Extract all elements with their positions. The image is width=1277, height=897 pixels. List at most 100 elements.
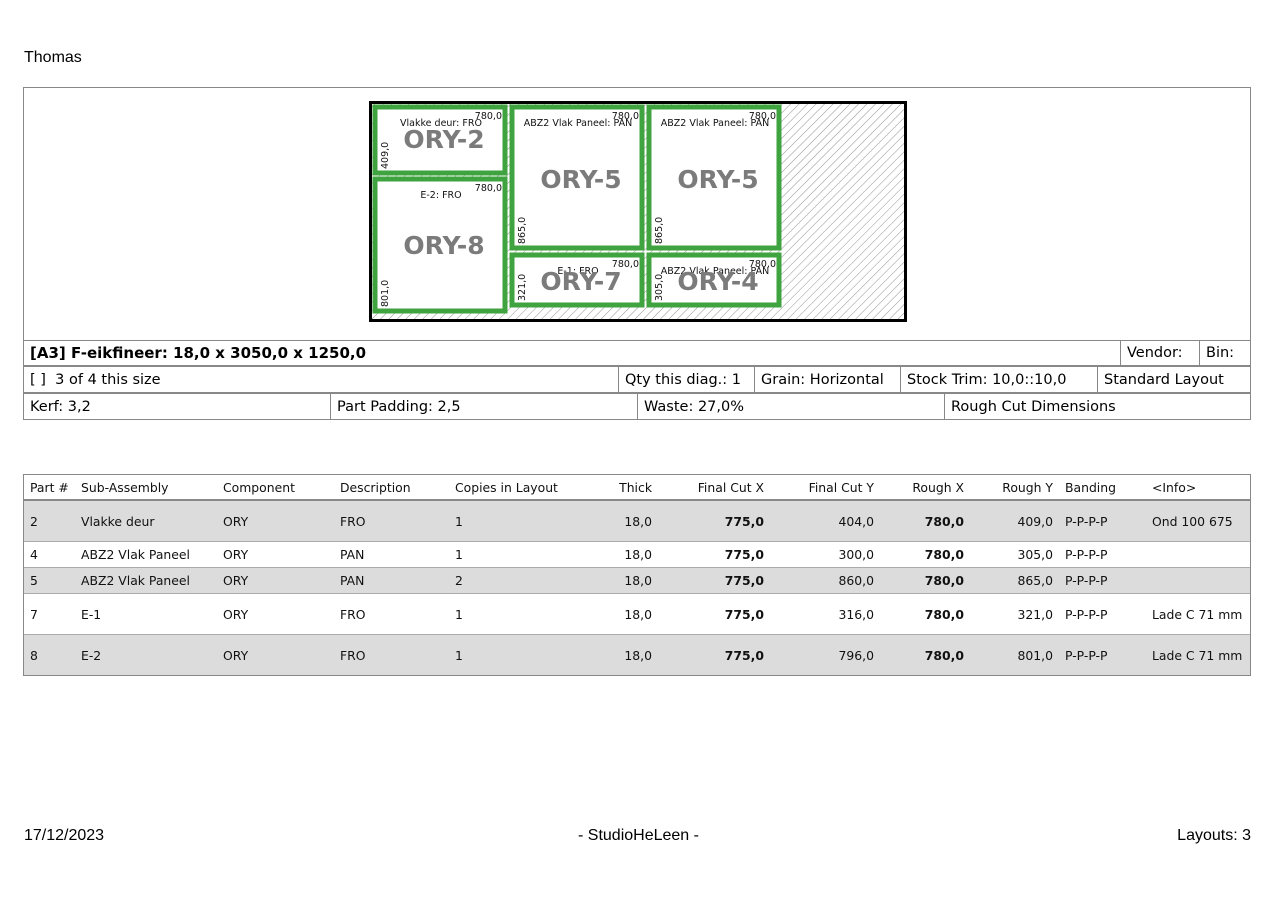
table-cell: 2: [23, 500, 75, 542]
col-subassembly: Sub-Assembly: [75, 474, 217, 501]
stock-trim-cell: Stock Trim: 10,0::10,0: [900, 366, 1098, 393]
layout-diagram-frame: Vlakke deur: FRO 780,0 409,0 ORY-2 E-2: FRO 7…: [23, 87, 1251, 341]
padding-cell: Part Padding: 2,5: [330, 393, 638, 420]
col-rough-x: Rough X: [880, 474, 970, 501]
table-cell: 796,0: [770, 634, 880, 676]
table-cell: 780,0: [880, 634, 970, 676]
col-banding: Banding: [1059, 474, 1146, 501]
table-cell: ABZ2 Vlak Paneel: [81, 547, 190, 562]
table-cell: ORY: [217, 634, 334, 676]
part-height-label: 801,0: [380, 280, 391, 307]
footer-studio: - StudioHeLeen -: [578, 827, 699, 844]
table-cell: 775,0: [658, 500, 770, 542]
table-row: 8 E-2 ORY FRO 1 18,0 775,0 796,0 780,0 801,0 P-P-P…: [23, 634, 1251, 676]
table-cell: 7: [23, 593, 75, 635]
part-label: E-2: FRO: [420, 190, 461, 201]
sheet-info-row2: [ ] 3 of 4 this size Qty this diag.: 1 G…: [23, 366, 1251, 393]
table-cell: 18,0: [624, 547, 652, 562]
table-cell: 316,0: [838, 606, 874, 622]
table-cell: 801,0: [970, 634, 1059, 676]
part-id-label: ORY-5: [540, 165, 621, 194]
table-cell: E-2: [75, 634, 217, 676]
table-cell: 4: [23, 541, 75, 568]
col-description: Description: [334, 474, 449, 501]
table-cell: PAN: [340, 547, 365, 562]
table-row: 7 E-1 ORY FRO 1 18,0 775,0 316,0 780,0 321,0 P-P-P…: [23, 593, 1251, 635]
part-width-label: 780,0: [749, 111, 776, 122]
table-cell: ORY: [223, 606, 249, 622]
table-cell: 1: [449, 500, 586, 542]
diagram-part: Vlakke deur: FRO780,0409,0ORY-2: [372, 104, 508, 176]
table-cell: PAN: [334, 567, 449, 594]
bin-cell: Bin:: [1199, 340, 1251, 366]
table-cell: ABZ2 Vlak Paneel: [75, 567, 217, 594]
part-width-label: 780,0: [475, 111, 502, 122]
table-cell: 865,0: [970, 567, 1059, 594]
table-cell: 780,0: [924, 547, 964, 562]
table-row: 5 ABZ2 Vlak Paneel ORY PAN 2 18,0 775,0 860,0 78…: [23, 567, 1251, 594]
sheet-info-table: [A3] F-eikfineer: 18,0 x 3050,0 x 1250,0…: [22, 340, 1251, 366]
footer-layouts: Layouts: 3: [1177, 827, 1251, 844]
table-cell: 1: [455, 547, 463, 562]
layout-checkbox[interactable]: [ ]: [30, 372, 46, 388]
table-cell: 321,0: [1017, 606, 1053, 622]
diagram-part: ABZ2 Vlak Paneel: PAN780,0305,0 ORY-4: [646, 252, 782, 308]
sheet-title: [A3] F-eikfineer: 18,0 x 3050,0 x 1250,0: [22, 340, 1083, 366]
table-row: 4 ABZ2 Vlak Paneel ORY PAN 1 18,0 775,0 300,0 78…: [23, 541, 1251, 568]
table-cell: 775,0: [658, 567, 770, 594]
table-cell: 409,0: [970, 500, 1059, 542]
table-cell: Lade C 71 mm: [1146, 593, 1251, 635]
kerf-cell: Kerf: 3,2: [23, 393, 331, 420]
table-cell: P-P-P-P: [1065, 547, 1108, 562]
table-cell: 780,0: [880, 567, 970, 594]
col-rough-y: Rough Y: [970, 474, 1059, 501]
diagram-part: E-1: FRO780,0321,0 ORY-7: [509, 252, 645, 308]
table-cell: P-P-P-P: [1059, 567, 1146, 594]
part-id-label: ORY-8: [403, 231, 484, 260]
table-cell: 775,0: [658, 634, 770, 676]
table-cell: Lade C 71 mm: [1146, 634, 1251, 676]
table-cell: 775,0: [724, 606, 764, 622]
part-height-label: 409,0: [380, 142, 391, 169]
table-cell: 305,0: [1017, 547, 1053, 562]
table-cell: FRO: [334, 500, 449, 542]
table-cell: [1146, 567, 1251, 594]
table-cell: [1146, 541, 1251, 568]
table-cell: 780,0: [880, 500, 970, 542]
layout-type-cell: Standard Layout: [1097, 366, 1251, 393]
col-copies: Copies in Layout: [449, 474, 586, 501]
parts-table: Part # Sub-Assembly Component Descriptio…: [23, 474, 1251, 676]
sheet-info-row3: Kerf: 3,2 Part Padding: 2,5 Waste: 27,0%…: [23, 393, 1251, 420]
table-cell: FRO: [334, 634, 449, 676]
vendor-cell: Vendor:: [1120, 340, 1200, 366]
table-cell: ORY: [223, 547, 249, 562]
table-cell: 860,0: [770, 567, 880, 594]
part-height-label: 305,0: [654, 274, 665, 301]
table-row: 2 Vlakke deur ORY FRO 1 18,0 775,0 404,0 780,0 40…: [23, 500, 1251, 542]
diagram-part: ABZ2 Vlak Paneel: PAN780,0865,0ORY-5: [646, 104, 782, 251]
table-cell: 18,0: [624, 606, 652, 622]
col-final-x: Final Cut X: [658, 474, 770, 501]
table-cell: P-P-P-P: [1059, 634, 1146, 676]
grain-cell: Grain: Horizontal: [754, 366, 901, 393]
table-cell: E-1: [81, 606, 102, 622]
table-cell: 780,0: [924, 606, 964, 622]
count-text: 3 of 4 this size: [55, 371, 161, 388]
table-cell: 18,0: [586, 634, 658, 676]
table-cell: P-P-P-P: [1065, 606, 1108, 622]
part-id-label: ORY-7: [540, 267, 621, 296]
table-cell: 8: [23, 634, 75, 676]
table-cell: 2: [449, 567, 586, 594]
col-info: <Info>: [1146, 474, 1251, 501]
col-component: Component: [217, 474, 334, 501]
rough-cut-cell: Rough Cut Dimensions: [944, 393, 1251, 420]
table-cell: Vlakke deur: [75, 500, 217, 542]
table-cell: FRO: [340, 606, 366, 622]
table-cell: ORY: [217, 567, 334, 594]
col-thick: Thick: [586, 474, 658, 501]
waste-cell: Waste: 27,0%: [637, 393, 945, 420]
table-cell: 300,0: [838, 547, 874, 562]
col-part: Part #: [23, 474, 75, 501]
table-cell: 18,0: [586, 567, 658, 594]
col-final-y: Final Cut Y: [770, 474, 880, 501]
